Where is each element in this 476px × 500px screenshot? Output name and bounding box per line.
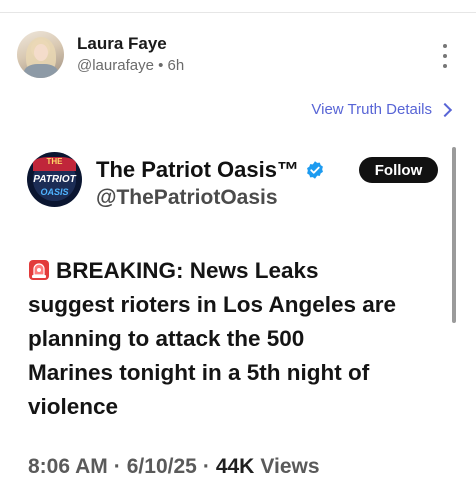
embedded-account-avatar[interactable]: THE PATRIOT OASIS	[27, 152, 82, 207]
views-label: Views	[260, 455, 320, 478]
post-time: 6h	[167, 57, 185, 74]
embedded-account-name-row[interactable]: The Patriot Oasis™	[96, 157, 325, 183]
post-text-line-2: suggest rioters in Los Angeles are	[28, 292, 397, 317]
avatar-text-oasis: OASIS	[40, 187, 69, 197]
post-text-line-5: violence	[28, 394, 119, 419]
embedded-post-date[interactable]: 6/10/25	[127, 455, 197, 479]
poster-meta: @laurafaye • 6h	[77, 57, 184, 74]
verified-badge-icon	[307, 161, 323, 179]
follow-button[interactable]: Follow	[359, 157, 438, 183]
post-text-line-3: planning to attack the 500	[28, 326, 305, 351]
more-options-icon[interactable]	[438, 44, 452, 68]
poster-avatar[interactable]	[17, 31, 64, 78]
embedded-post-text: BREAKING: News Leaks suggest rioters in …	[28, 254, 448, 424]
avatar-text-patriot: PATRIOT	[33, 174, 76, 185]
meta-separator: •	[158, 57, 164, 74]
meta-dot: ·	[202, 455, 210, 478]
poster-handle[interactable]: @laurafaye	[77, 57, 154, 74]
embedded-post-meta: 8:06 AM · 6/10/25 · 44K Views	[28, 455, 320, 479]
views-count: 44K	[215, 455, 255, 478]
embedded-post-time[interactable]: 8:06 AM	[28, 455, 108, 479]
post-text-line-4: Marines tonight in a 5th night of	[28, 360, 370, 385]
meta-dot: ·	[113, 455, 121, 478]
police-siren-icon	[29, 260, 49, 280]
view-details-label: View Truth Details	[311, 101, 432, 118]
embedded-account-handle[interactable]: @ThePatriotOasis	[96, 186, 278, 210]
poster-name[interactable]: Laura Faye	[77, 34, 167, 54]
post-text-line-1: BREAKING: News Leaks	[56, 258, 319, 283]
avatar-text-the: THE	[46, 157, 63, 166]
scrollbar-thumb[interactable]	[452, 147, 456, 323]
embedded-account-name[interactable]: The Patriot Oasis™	[96, 157, 299, 183]
view-truth-details-link[interactable]: View Truth Details	[311, 101, 453, 118]
top-divider	[0, 12, 476, 13]
chevron-right-icon	[437, 102, 453, 117]
